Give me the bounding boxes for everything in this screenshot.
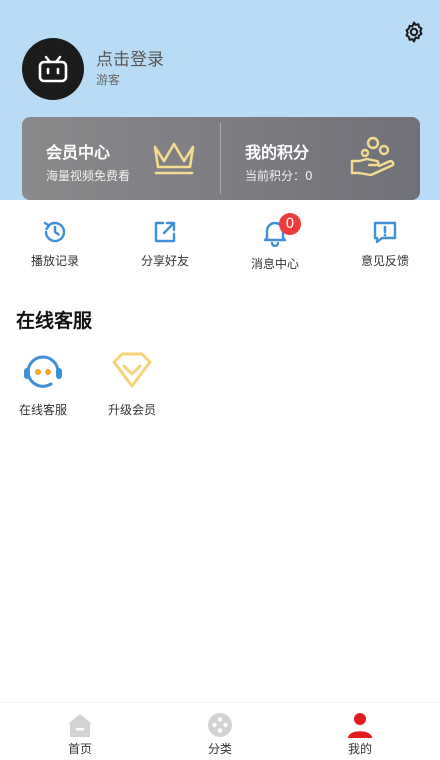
user-role-label: 游客 bbox=[96, 73, 121, 87]
tab-category[interactable]: 分类 bbox=[147, 703, 293, 760]
login-link[interactable]: 点击登录 bbox=[96, 45, 164, 70]
upgrade-vip-label: 升级会员 bbox=[107, 403, 156, 417]
gear-icon[interactable] bbox=[402, 20, 426, 44]
play-history-button[interactable]: 播放记录 bbox=[0, 205, 110, 275]
online-service-label: 在线客服 bbox=[18, 403, 67, 417]
feedback-icon bbox=[373, 221, 397, 244]
quick-actions: 播放记录 分享好友 0 消息中心 意见反馈 bbox=[0, 205, 440, 275]
share-friends-button[interactable]: 分享好友 bbox=[110, 205, 220, 275]
home-icon bbox=[68, 714, 92, 737]
my-points-subtitle: 当前积分：0 bbox=[245, 169, 313, 183]
customer-service-icon bbox=[24, 355, 62, 388]
bottom-tab-bar: 首页 分类 我的 bbox=[0, 702, 440, 760]
category-icon bbox=[208, 713, 232, 737]
member-center-title: 会员中心 bbox=[46, 143, 111, 162]
member-center-subtitle: 海量视频免费看 bbox=[46, 169, 131, 183]
diamond-icon bbox=[112, 352, 152, 388]
my-points-entry[interactable]: 我的积分 当前积分：0 bbox=[221, 117, 420, 200]
share-icon bbox=[154, 221, 176, 243]
upgrade-vip-button[interactable]: 升级会员 bbox=[97, 350, 167, 422]
my-points-title: 我的积分 bbox=[245, 143, 310, 162]
member-center-entry[interactable]: 会员中心 海量视频免费看 bbox=[22, 117, 220, 200]
section-title: 在线客服 bbox=[16, 310, 93, 332]
hand-coins-icon bbox=[350, 136, 395, 177]
crown-icon bbox=[153, 142, 195, 175]
tab-home-label: 首页 bbox=[67, 742, 92, 756]
message-center-label: 消息中心 bbox=[250, 257, 299, 271]
feedback-button[interactable]: 意见反馈 bbox=[330, 205, 440, 275]
history-icon bbox=[43, 221, 66, 243]
online-service-button[interactable]: 在线客服 bbox=[8, 350, 78, 422]
vip-card: 会员中心 海量视频免费看 我的积分 当前积分：0 bbox=[22, 117, 420, 200]
tab-category-label: 分类 bbox=[207, 742, 232, 756]
feedback-label: 意见反馈 bbox=[360, 254, 409, 268]
message-count-badge: 0 bbox=[279, 213, 301, 235]
tab-mine[interactable]: 我的 bbox=[287, 703, 433, 760]
bilibili-tv-icon bbox=[38, 55, 68, 83]
tab-mine-label: 我的 bbox=[347, 742, 372, 756]
play-history-label: 播放记录 bbox=[30, 254, 79, 268]
share-friends-label: 分享好友 bbox=[140, 254, 189, 268]
message-center-button[interactable]: 0 消息中心 bbox=[220, 205, 330, 275]
user-icon bbox=[348, 713, 372, 738]
avatar[interactable] bbox=[22, 38, 84, 100]
tab-home[interactable]: 首页 bbox=[7, 703, 153, 760]
